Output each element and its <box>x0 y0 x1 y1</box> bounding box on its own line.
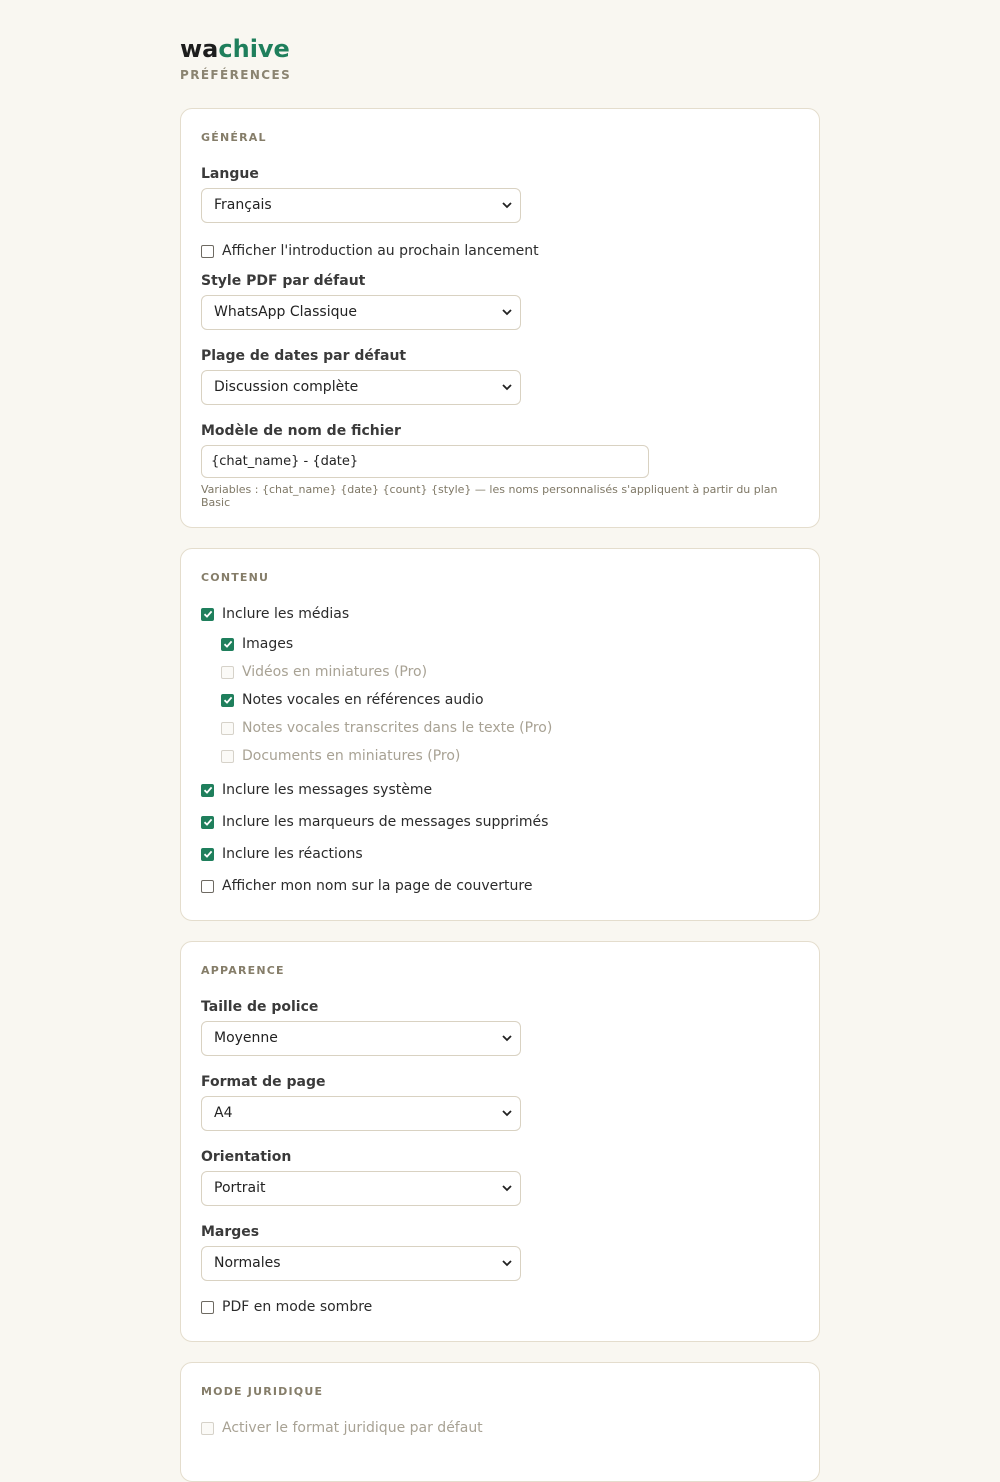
media-option-videos: Vidéos en miniatures (Pro) <box>201 658 799 686</box>
check-icon <box>203 610 212 618</box>
include-media-checkbox[interactable] <box>201 607 214 621</box>
chevron-down-icon <box>502 309 512 316</box>
general-card: GÉNÉRAL Langue Français Afficher l'intro… <box>180 108 820 528</box>
include-system-checkbox[interactable] <box>201 783 214 797</box>
chevron-down-icon <box>502 1185 512 1192</box>
show-intro-checkbox-row[interactable]: Afficher l'introduction au prochain lanc… <box>201 235 799 267</box>
include-deleted-label: Inclure les marqueurs de messages suppri… <box>222 814 549 830</box>
dark-mode-label: PDF en mode sombre <box>222 1299 373 1315</box>
show-name-cover-label: Afficher mon nom sur la page de couvertu… <box>222 878 533 894</box>
dark-mode-checkbox-row[interactable]: PDF en mode sombre <box>201 1291 799 1323</box>
check-icon <box>203 786 212 794</box>
margins-value: Normales <box>214 1255 281 1271</box>
voice-transcribed-checkbox <box>221 721 234 735</box>
pdf-style-select[interactable]: WhatsApp Classique <box>201 295 521 330</box>
show-intro-label: Afficher l'introduction au prochain lanc… <box>222 243 539 259</box>
include-system-label: Inclure les messages système <box>222 782 433 798</box>
section-title-general: GÉNÉRAL <box>201 131 267 144</box>
page-format-label: Format de page <box>201 1074 326 1090</box>
enable-legal-checkbox <box>201 1421 214 1435</box>
language-value: Français <box>214 197 272 213</box>
page-format-select[interactable]: A4 <box>201 1096 521 1131</box>
chevron-down-icon <box>502 384 512 391</box>
include-deleted-checkbox-row[interactable]: Inclure les marqueurs de messages suppri… <box>201 806 799 838</box>
enable-legal-label: Activer le format juridique par défaut <box>222 1420 483 1436</box>
videos-label: Vidéos en miniatures (Pro) <box>242 664 428 680</box>
images-checkbox[interactable] <box>221 637 234 651</box>
section-title-appearance: APPARENCE <box>201 964 285 977</box>
include-reactions-checkbox[interactable] <box>201 847 214 861</box>
media-option-voice-refs[interactable]: Notes vocales en références audio <box>201 686 799 714</box>
check-icon <box>223 640 232 648</box>
show-intro-checkbox[interactable] <box>201 244 214 258</box>
show-name-cover-checkbox-row[interactable]: Afficher mon nom sur la page de couvertu… <box>201 870 799 902</box>
images-label: Images <box>242 636 294 652</box>
page-title: PRÉFÉRENCES <box>180 68 292 82</box>
include-media-label: Inclure les médias <box>222 606 350 622</box>
appearance-card: APPARENCE Taille de police Moyenne Forma… <box>180 941 820 1342</box>
pdf-style-value: WhatsApp Classique <box>214 304 357 320</box>
check-icon <box>223 696 232 704</box>
date-range-value: Discussion complète <box>214 379 359 395</box>
chevron-down-icon <box>502 1260 512 1267</box>
voice-refs-label: Notes vocales en références audio <box>242 692 484 708</box>
voice-refs-checkbox[interactable] <box>221 693 234 707</box>
media-option-voice-transcribed: Notes vocales transcrites dans le texte … <box>201 714 799 742</box>
documents-label: Documents en miniatures (Pro) <box>242 748 461 764</box>
check-icon <box>203 850 212 858</box>
legal-card: MODE JURIDIQUE Activer le format juridiq… <box>180 1362 820 1482</box>
font-size-label: Taille de police <box>201 999 319 1015</box>
documents-checkbox <box>221 749 234 763</box>
orientation-select[interactable]: Portrait <box>201 1171 521 1206</box>
language-select[interactable]: Français <box>201 188 521 223</box>
chevron-down-icon <box>502 1035 512 1042</box>
media-option-images[interactable]: Images <box>201 630 799 658</box>
font-size-value: Moyenne <box>214 1030 278 1046</box>
dark-mode-checkbox[interactable] <box>201 1300 214 1314</box>
include-media-checkbox-row[interactable]: Inclure les médias <box>201 598 799 630</box>
chevron-down-icon <box>502 1110 512 1117</box>
include-deleted-checkbox[interactable] <box>201 815 214 829</box>
font-size-select[interactable]: Moyenne <box>201 1021 521 1056</box>
show-name-cover-checkbox[interactable] <box>201 879 214 893</box>
margins-label: Marges <box>201 1224 260 1240</box>
section-title-content: CONTENU <box>201 571 270 584</box>
check-icon <box>203 818 212 826</box>
pdf-style-label: Style PDF par défaut <box>201 273 366 289</box>
language-label: Langue <box>201 166 259 182</box>
include-reactions-checkbox-row[interactable]: Inclure les réactions <box>201 838 799 870</box>
page-format-value: A4 <box>214 1105 233 1121</box>
voice-transcribed-label: Notes vocales transcrites dans le texte … <box>242 720 553 736</box>
date-range-label: Plage de dates par défaut <box>201 348 407 364</box>
orientation-value: Portrait <box>214 1180 266 1196</box>
section-title-legal: MODE JURIDIQUE <box>201 1385 324 1398</box>
filename-hint: Variables : {chat_name} {date} {count} {… <box>201 483 778 509</box>
filename-label: Modèle de nom de fichier <box>201 423 401 439</box>
app-logo: wachive <box>180 35 290 63</box>
enable-legal-checkbox-row: Activer le format juridique par défaut <box>201 1412 799 1444</box>
date-range-select[interactable]: Discussion complète <box>201 370 521 405</box>
media-option-documents: Documents en miniatures (Pro) <box>201 742 799 770</box>
include-reactions-label: Inclure les réactions <box>222 846 363 862</box>
orientation-label: Orientation <box>201 1149 292 1165</box>
preferences-page: wachive PRÉFÉRENCES GÉNÉRAL Langue Franç… <box>180 0 820 1482</box>
include-system-checkbox-row[interactable]: Inclure les messages système <box>201 774 799 806</box>
videos-checkbox <box>221 665 234 679</box>
content-card: CONTENU Inclure les médias Images Vidéos… <box>180 548 820 921</box>
margins-select[interactable]: Normales <box>201 1246 521 1281</box>
chevron-down-icon <box>502 202 512 209</box>
filename-input[interactable]: {chat_name} - {date} <box>201 445 649 478</box>
